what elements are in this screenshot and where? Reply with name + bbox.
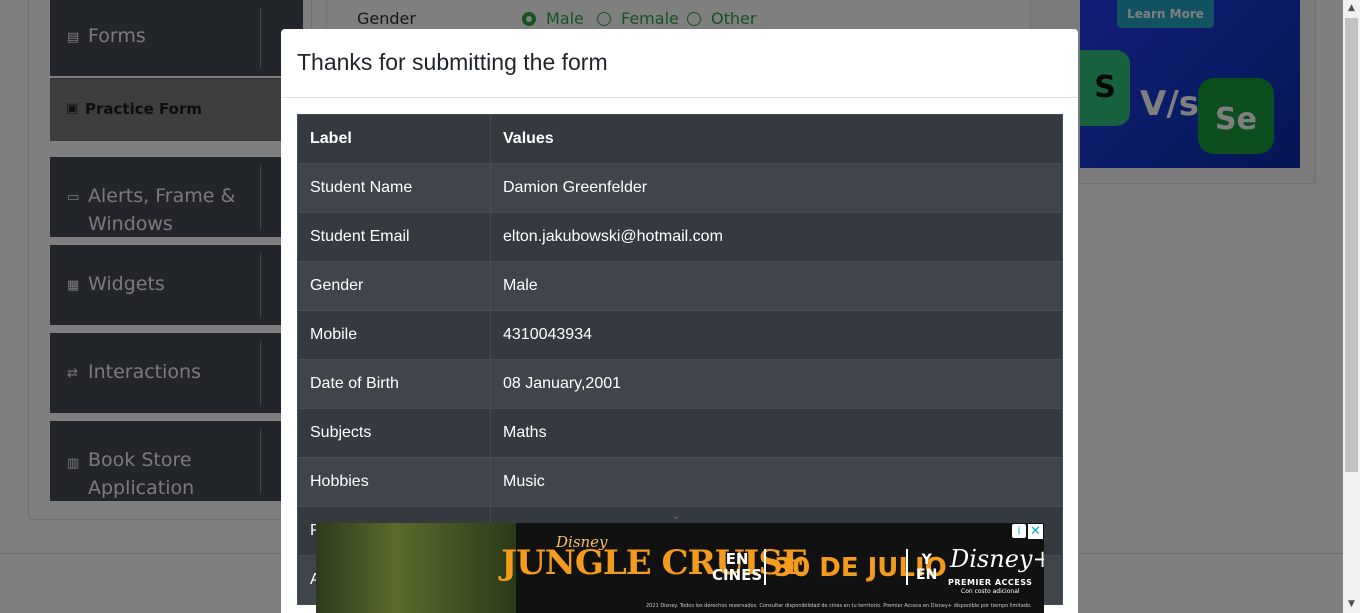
table-row: Hobbies Music bbox=[297, 457, 1063, 507]
scroll-up-arrow-icon[interactable]: ▲ bbox=[1343, 0, 1360, 17]
row-value: Damion Greenfelder bbox=[490, 163, 1063, 213]
ad-banner[interactable]: Disney JUNGLE CRUISE EN CINES 30 DE JULI… bbox=[316, 523, 1044, 613]
row-label: Hobbies bbox=[297, 457, 491, 507]
ad-cost-note: Con costo adicional bbox=[961, 588, 1020, 595]
ad-legal-text: 2021 Disney. Todos los derechos reservad… bbox=[646, 603, 1032, 609]
ad-disney-plus-logo: Disney+ bbox=[950, 545, 1044, 573]
row-label: Mobile bbox=[297, 310, 491, 360]
column-header-values: Values bbox=[490, 114, 1063, 164]
row-label: Student Name bbox=[297, 163, 491, 213]
table-header-row: Label Values bbox=[297, 114, 1063, 164]
table-row: Gender Male bbox=[297, 261, 1063, 311]
table-row: Student Email elton.jakubowski@hotmail.c… bbox=[297, 212, 1063, 262]
row-label: Subjects bbox=[297, 408, 491, 458]
row-label: Student Email bbox=[297, 212, 491, 262]
table-row: Student Name Damion Greenfelder bbox=[297, 163, 1063, 213]
row-value: elton.jakubowski@hotmail.com bbox=[490, 212, 1063, 262]
ad-en-cines: EN CINES bbox=[712, 551, 762, 583]
ad-en-text: EN bbox=[725, 550, 749, 568]
ad-cines-text: CINES bbox=[712, 566, 763, 584]
row-value: Music bbox=[490, 457, 1063, 507]
ad-premier-access: PREMIER ACCESS bbox=[948, 578, 1033, 587]
row-label: Date of Birth bbox=[297, 359, 491, 409]
ad-separator bbox=[906, 549, 908, 585]
ad-movie-image bbox=[316, 523, 516, 613]
scrollbar-thumb[interactable] bbox=[1345, 18, 1358, 472]
ad-separator bbox=[764, 549, 766, 585]
row-value: 08 January,2001 bbox=[490, 359, 1063, 409]
ad-en2-text: EN bbox=[916, 567, 938, 583]
row-value: Maths bbox=[490, 408, 1063, 458]
modal-title: Thanks for submitting the form bbox=[297, 49, 608, 75]
table-row: Mobile 4310043934 bbox=[297, 310, 1063, 360]
table-row: Date of Birth 08 January,2001 bbox=[297, 359, 1063, 409]
scroll-down-arrow-icon[interactable]: ▼ bbox=[1343, 596, 1360, 613]
ad-close-icon[interactable]: ✕ bbox=[1028, 524, 1043, 539]
row-value: Male bbox=[490, 261, 1063, 311]
ad-info-icon[interactable]: i bbox=[1012, 524, 1026, 538]
row-label: Gender bbox=[297, 261, 491, 311]
row-value: 4310043934 bbox=[490, 310, 1063, 360]
column-header-label: Label bbox=[297, 114, 491, 164]
ad-collapse-chevron-icon[interactable]: ⌄ bbox=[671, 508, 681, 522]
modal-header: Thanks for submitting the form bbox=[281, 29, 1078, 98]
ad-y-en: Y EN bbox=[916, 553, 937, 583]
table-row: Subjects Maths bbox=[297, 408, 1063, 458]
ad-y-text: Y bbox=[921, 552, 932, 568]
